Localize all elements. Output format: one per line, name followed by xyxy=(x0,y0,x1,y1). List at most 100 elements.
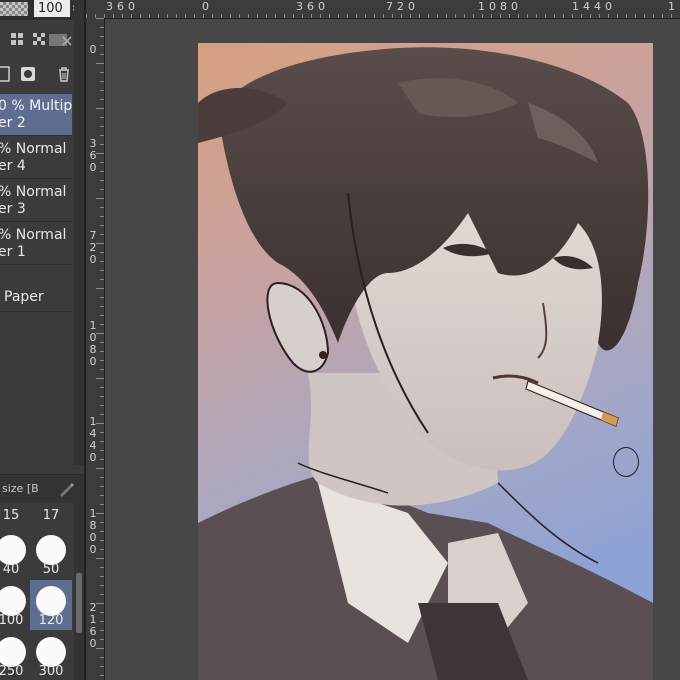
ruler-tick xyxy=(100,594,104,595)
scrollbar-thumb[interactable] xyxy=(76,573,82,633)
ruler-tick xyxy=(302,14,303,18)
ruler-tick xyxy=(100,549,104,550)
clear-layer-icon[interactable] xyxy=(46,30,76,50)
ruler-tick xyxy=(248,14,249,18)
brush-size-tab[interactable]: size [B xyxy=(2,482,39,495)
brush-size-value: 300 xyxy=(38,664,64,679)
ruler-tick xyxy=(482,14,483,18)
ruler-label: 360 xyxy=(296,0,329,13)
ruler-tick xyxy=(100,279,104,280)
ruler-tick xyxy=(464,14,465,18)
ruler-tick xyxy=(671,14,672,18)
trash-icon[interactable] xyxy=(54,64,74,84)
ruler-tick xyxy=(100,126,104,127)
ruler-tick xyxy=(100,504,104,505)
ruler-tick xyxy=(100,450,104,451)
brush-size-50[interactable]: 50 xyxy=(30,529,72,579)
brush-icon[interactable] xyxy=(56,479,76,499)
ruler-tick xyxy=(122,14,123,18)
layer-row-paper[interactable]: Paper xyxy=(0,283,72,312)
artwork-canvas[interactable] xyxy=(198,43,653,680)
ruler-tick xyxy=(140,14,141,18)
brush-cursor xyxy=(613,447,639,477)
blending-preview[interactable] xyxy=(0,2,28,16)
ruler-tick xyxy=(100,495,104,496)
ruler-tick xyxy=(100,225,104,226)
layer-blend-mode: % Normal xyxy=(0,227,67,243)
brush-size-40[interactable]: 40 xyxy=(0,529,32,579)
layer-blend-mode: % Normal xyxy=(0,184,67,200)
ruler-tick xyxy=(100,342,104,343)
ruler-label: 0 xyxy=(89,43,97,56)
layer-panel: 100 ▲ ▼ 0 % Multiply er 2 % Normal er 4 xyxy=(0,0,84,680)
ruler-tick xyxy=(100,234,104,235)
layer-toolbar xyxy=(0,60,84,88)
brush-preview xyxy=(0,535,26,565)
palette-icon[interactable] xyxy=(8,30,28,50)
layer-property-bar: 100 ▲ ▼ xyxy=(0,0,84,20)
ruler-tick xyxy=(185,14,186,18)
ruler-tick xyxy=(509,14,510,18)
ruler-tick xyxy=(311,14,312,18)
layer-row-3[interactable]: % Normal er 3 xyxy=(0,180,72,222)
layer-name: er 1 xyxy=(0,244,26,260)
ruler-tick xyxy=(96,603,104,604)
brush-preview xyxy=(0,637,26,667)
ruler-tick xyxy=(100,72,104,73)
ruler-tick xyxy=(167,14,168,18)
ruler-tick xyxy=(100,666,104,667)
ruler-tick xyxy=(100,675,104,676)
ruler-tick xyxy=(536,14,537,18)
ruler-tick xyxy=(491,14,492,18)
ruler-tick xyxy=(96,198,104,199)
ruler-tick xyxy=(96,288,104,289)
ruler-tick xyxy=(329,14,330,18)
ruler-tick xyxy=(100,45,104,46)
layer-row-4[interactable]: % Normal er 4 xyxy=(0,137,72,179)
new-layer-icon[interactable] xyxy=(0,64,12,84)
layer-name: er 4 xyxy=(0,158,26,174)
ruler-tick xyxy=(96,63,104,64)
ruler-tick xyxy=(320,14,321,18)
opacity-field[interactable]: 100 xyxy=(34,0,70,17)
brush-size-250[interactable]: 250 xyxy=(0,631,32,680)
ruler-tick xyxy=(113,14,114,18)
brush-size-120[interactable]: 120 xyxy=(30,580,72,630)
ruler-tick xyxy=(100,144,104,145)
ruler-tick xyxy=(96,468,104,469)
ruler-tick xyxy=(100,261,104,262)
ruler-tick xyxy=(158,14,159,18)
brush-size-value: 120 xyxy=(38,613,64,628)
ruler-tick xyxy=(100,54,104,55)
ruler-tick xyxy=(100,171,104,172)
layer-blend-mode: % Normal xyxy=(0,141,67,157)
ruler-tick xyxy=(338,14,339,18)
ruler-tick xyxy=(100,117,104,118)
brush-size-100[interactable]: 100 xyxy=(0,580,32,630)
ruler-horizontal: 360 0 360 720 1080 1440 1 xyxy=(86,0,680,19)
ruler-tick xyxy=(590,14,591,18)
brush-size-300[interactable]: 300 xyxy=(30,631,72,680)
ruler-tick xyxy=(100,99,104,100)
ruler-tick xyxy=(266,14,267,18)
layer-row-1[interactable]: % Normal er 1 xyxy=(0,223,72,265)
ruler-label: 1080 xyxy=(478,0,522,13)
layer-scrollbar[interactable] xyxy=(74,0,84,465)
canvas-area[interactable] xyxy=(105,19,680,680)
layer-mask-icon[interactable] xyxy=(18,64,38,84)
layer-row-2[interactable]: 0 % Multiply er 2 xyxy=(0,94,72,136)
brush-scrollbar[interactable] xyxy=(74,503,84,680)
ruler-tick xyxy=(100,207,104,208)
ruler-label: 720 xyxy=(386,0,419,13)
ruler-tick xyxy=(100,657,104,658)
ruler-label: 7 2 0 xyxy=(89,229,97,266)
ruler-tick xyxy=(581,14,582,18)
ruler-tick xyxy=(100,90,104,91)
brush-size-value: 40 xyxy=(2,562,20,577)
ruler-tick xyxy=(230,14,231,18)
ruler-tick xyxy=(100,324,104,325)
ruler-tick xyxy=(626,14,627,18)
layer-name: er 2 xyxy=(0,115,26,131)
ruler-tick xyxy=(149,14,150,18)
ruler-tick xyxy=(419,14,420,18)
